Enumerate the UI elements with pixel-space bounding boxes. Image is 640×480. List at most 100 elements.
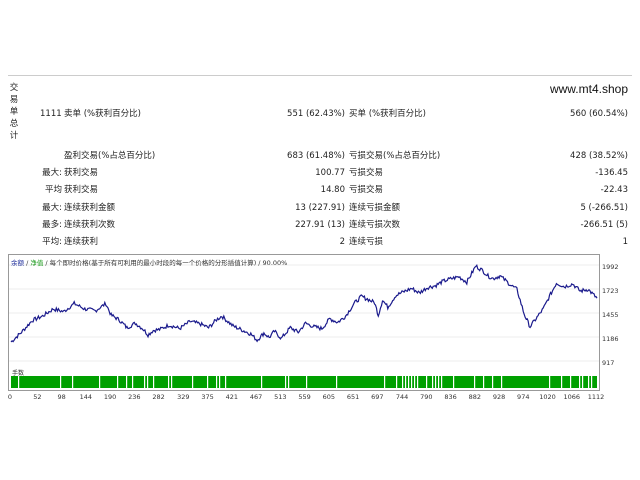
legend-description: 每个即时价格(基于所有可利用的最小时段的每一个价格的分形插值计算) / 90.0…: [49, 259, 288, 267]
row-5-stat2-value: -266.51 (5): [580, 220, 628, 230]
chart-legend: 余额 / 净值 / 每个即时价格(基于所有可利用的最小时段的每一个价格的分形插值…: [11, 259, 288, 267]
row-4-stat-value: 13 (227.91): [295, 203, 345, 213]
x-tick-label: 559: [298, 393, 311, 401]
x-tick-label: 421: [225, 393, 239, 401]
x-tick-label: 605: [322, 393, 336, 401]
x-tick-label: 697: [371, 393, 384, 401]
volume-gap: [402, 376, 404, 388]
balance-chart-panel: 余额 / 净值 / 每个即时价格(基于所有可利用的最小时段的每一个价格的分形插值…: [8, 254, 600, 368]
volume-gap: [216, 376, 218, 388]
volume-gap: [588, 376, 590, 388]
row-5-stat-value: 227.91 (13): [295, 220, 345, 230]
volume-gap: [492, 376, 494, 388]
row-6-stat2-value: 1: [622, 237, 628, 247]
row-0-left-label: 1111: [40, 109, 62, 119]
x-tick-label: 1112: [587, 393, 605, 401]
row-1-stat2-value: 428 (38.52%): [570, 151, 628, 161]
volume-gap: [225, 376, 227, 388]
side-title-char: 交: [9, 83, 19, 93]
volume-gap: [570, 376, 572, 388]
volume-gap: [219, 376, 221, 388]
volume-gap: [417, 376, 419, 388]
volume-gap: [60, 376, 62, 388]
row-4-left-label: 最大:: [42, 203, 62, 213]
side-title-char: 易: [9, 95, 19, 105]
volume-gap: [288, 376, 290, 388]
volume-gap: [579, 376, 581, 388]
row-3-stat2-label: 亏损交易: [349, 185, 384, 195]
volume-gap: [441, 376, 443, 388]
y-tick-label: 1992: [602, 263, 619, 271]
volume-gap: [117, 376, 119, 388]
row-1-stat-value: 683 (61.48%): [287, 151, 345, 161]
volume-gap: [435, 376, 437, 388]
volume-gap: [582, 376, 584, 388]
row-2-stat2-label: 亏损交易: [349, 168, 384, 178]
row-4-stat2-label: 连续亏损金额: [349, 203, 401, 213]
row-1-stat2-label: 亏损交易(%占总百分比): [349, 151, 441, 161]
volume-panel: 手数: [8, 366, 600, 391]
volume-gap: [132, 376, 134, 388]
side-title: 交 易 单 总 计: [8, 82, 20, 142]
x-tick-label: 836: [444, 393, 457, 401]
volume-bar-strip: [11, 376, 597, 388]
top-divider: [8, 75, 632, 76]
row-3-stat2-value: -22.43: [600, 185, 628, 195]
side-title-char: 总: [9, 119, 19, 129]
x-tick-label: 882: [468, 393, 481, 401]
row-0-stat-value: 551 (62.43%): [287, 109, 345, 119]
x-tick-label: 0: [7, 393, 13, 401]
side-title-char: 计: [9, 131, 19, 141]
volume-gap: [396, 376, 398, 388]
row-3-stat-value: 14.80: [320, 185, 345, 195]
y-tick-label: 917: [602, 359, 615, 367]
volume-gap: [591, 376, 593, 388]
volume-gap: [384, 376, 386, 388]
volume-bars: [11, 376, 597, 388]
row-4-stat-label: 连续获利金额: [64, 203, 116, 213]
row-6-stat2-label: 连续亏损: [349, 237, 384, 247]
volume-gap: [72, 376, 74, 388]
row-0-stat2-value: 560 (60.54%): [570, 109, 628, 119]
side-title-char: 单: [9, 107, 19, 117]
x-tick-label: 329: [177, 393, 190, 401]
y-tick-label: 1455: [602, 311, 619, 319]
x-tick-label: 1020: [539, 393, 556, 401]
volume-gap: [147, 376, 149, 388]
volume-gap: [153, 376, 155, 388]
site-watermark: www.mt4.shop: [549, 82, 628, 96]
volume-gap: [438, 376, 440, 388]
row-5-left-label: 最多:: [42, 220, 62, 230]
row-6-stat-label: 连续获利: [64, 237, 99, 247]
x-tick-label: 375: [201, 393, 214, 401]
x-tick-label: 98: [57, 393, 66, 401]
balance-line-chart: [9, 264, 599, 362]
volume-gap: [483, 376, 485, 388]
x-tick-label: 1066: [563, 393, 581, 401]
row-5-stat2-label: 连续亏损次数: [349, 220, 401, 230]
y-tick-label: 1723: [602, 287, 619, 295]
x-tick-label: 790: [420, 393, 433, 401]
volume-gap: [192, 376, 194, 388]
volume-label: 手数: [12, 370, 25, 377]
volume-gap: [168, 376, 170, 388]
volume-gap: [474, 376, 476, 388]
row-6-left-label: 平均:: [42, 237, 62, 247]
volume-gap: [453, 376, 455, 388]
volume-gap: [561, 376, 563, 388]
x-tick-label: 744: [395, 393, 409, 401]
volume-gap: [18, 376, 20, 388]
row-2-stat-value: 100.77: [315, 168, 345, 178]
row-2-stat2-value: -136.45: [595, 168, 628, 178]
volume-gap: [99, 376, 101, 388]
x-tick-label: 651: [346, 393, 360, 401]
volume-gap: [405, 376, 407, 388]
x-tick-label: 974: [517, 393, 530, 401]
volume-gap: [171, 376, 173, 388]
volume-gap: [408, 376, 410, 388]
row-0-stat2-label: 买单 (%获利百分比): [349, 109, 426, 119]
row-2-left-label: 最大:: [42, 168, 62, 178]
row-5-stat-label: 连续获利次数: [64, 220, 116, 230]
volume-gap: [261, 376, 263, 388]
x-tick-label: 236: [128, 393, 141, 401]
